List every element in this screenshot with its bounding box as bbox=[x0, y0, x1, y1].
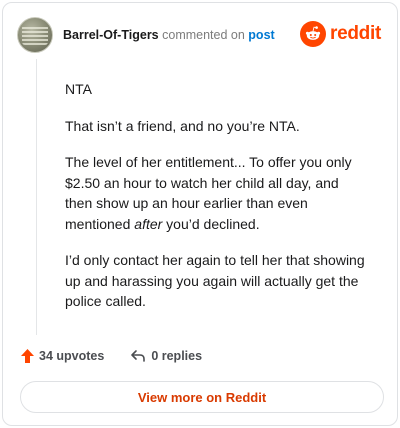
comment-footer: 34 upvotes 0 replies bbox=[20, 348, 202, 364]
comment-header: Barrel-Of-Tigers commented on post reddi… bbox=[17, 17, 383, 53]
reddit-wordmark: reddit bbox=[330, 23, 381, 44]
comment-embed-card: Barrel-Of-Tigers commented on post reddi… bbox=[2, 2, 398, 426]
comment-text: you’d declined. bbox=[162, 215, 260, 232]
comment-paragraph: I’d only contact her again to tell her t… bbox=[65, 252, 365, 309]
replies-button[interactable]: 0 replies bbox=[130, 349, 202, 363]
upvote-count: 34 upvotes bbox=[39, 349, 105, 363]
byline-action-text: commented on bbox=[162, 28, 245, 42]
reply-count: 0 replies bbox=[151, 349, 203, 363]
reddit-logo[interactable]: reddit bbox=[300, 21, 381, 47]
reply-arrow-icon bbox=[131, 350, 146, 362]
username-link[interactable]: Barrel-Of-Tigers bbox=[63, 28, 159, 42]
comment-paragraph: The level of her entitlement... To offer… bbox=[65, 152, 365, 234]
comment-body: NTA That isn’t a friend, and no you’re N… bbox=[65, 79, 365, 328]
post-link[interactable]: post bbox=[248, 28, 274, 42]
comment-paragraph: That isn’t a friend, and no you’re NTA. bbox=[65, 117, 300, 134]
upvote-arrow-icon bbox=[21, 349, 34, 363]
byline: Barrel-Of-Tigers commented on post bbox=[63, 28, 275, 42]
reddit-alien-icon bbox=[300, 21, 327, 47]
upvote-button[interactable]: 34 upvotes bbox=[20, 348, 104, 364]
thread-line bbox=[36, 59, 37, 335]
emphasized-text: after bbox=[134, 215, 163, 232]
avatar[interactable] bbox=[17, 17, 53, 53]
comment-paragraph: NTA bbox=[65, 81, 92, 97]
view-more-button[interactable]: View more on Reddit bbox=[20, 381, 384, 413]
